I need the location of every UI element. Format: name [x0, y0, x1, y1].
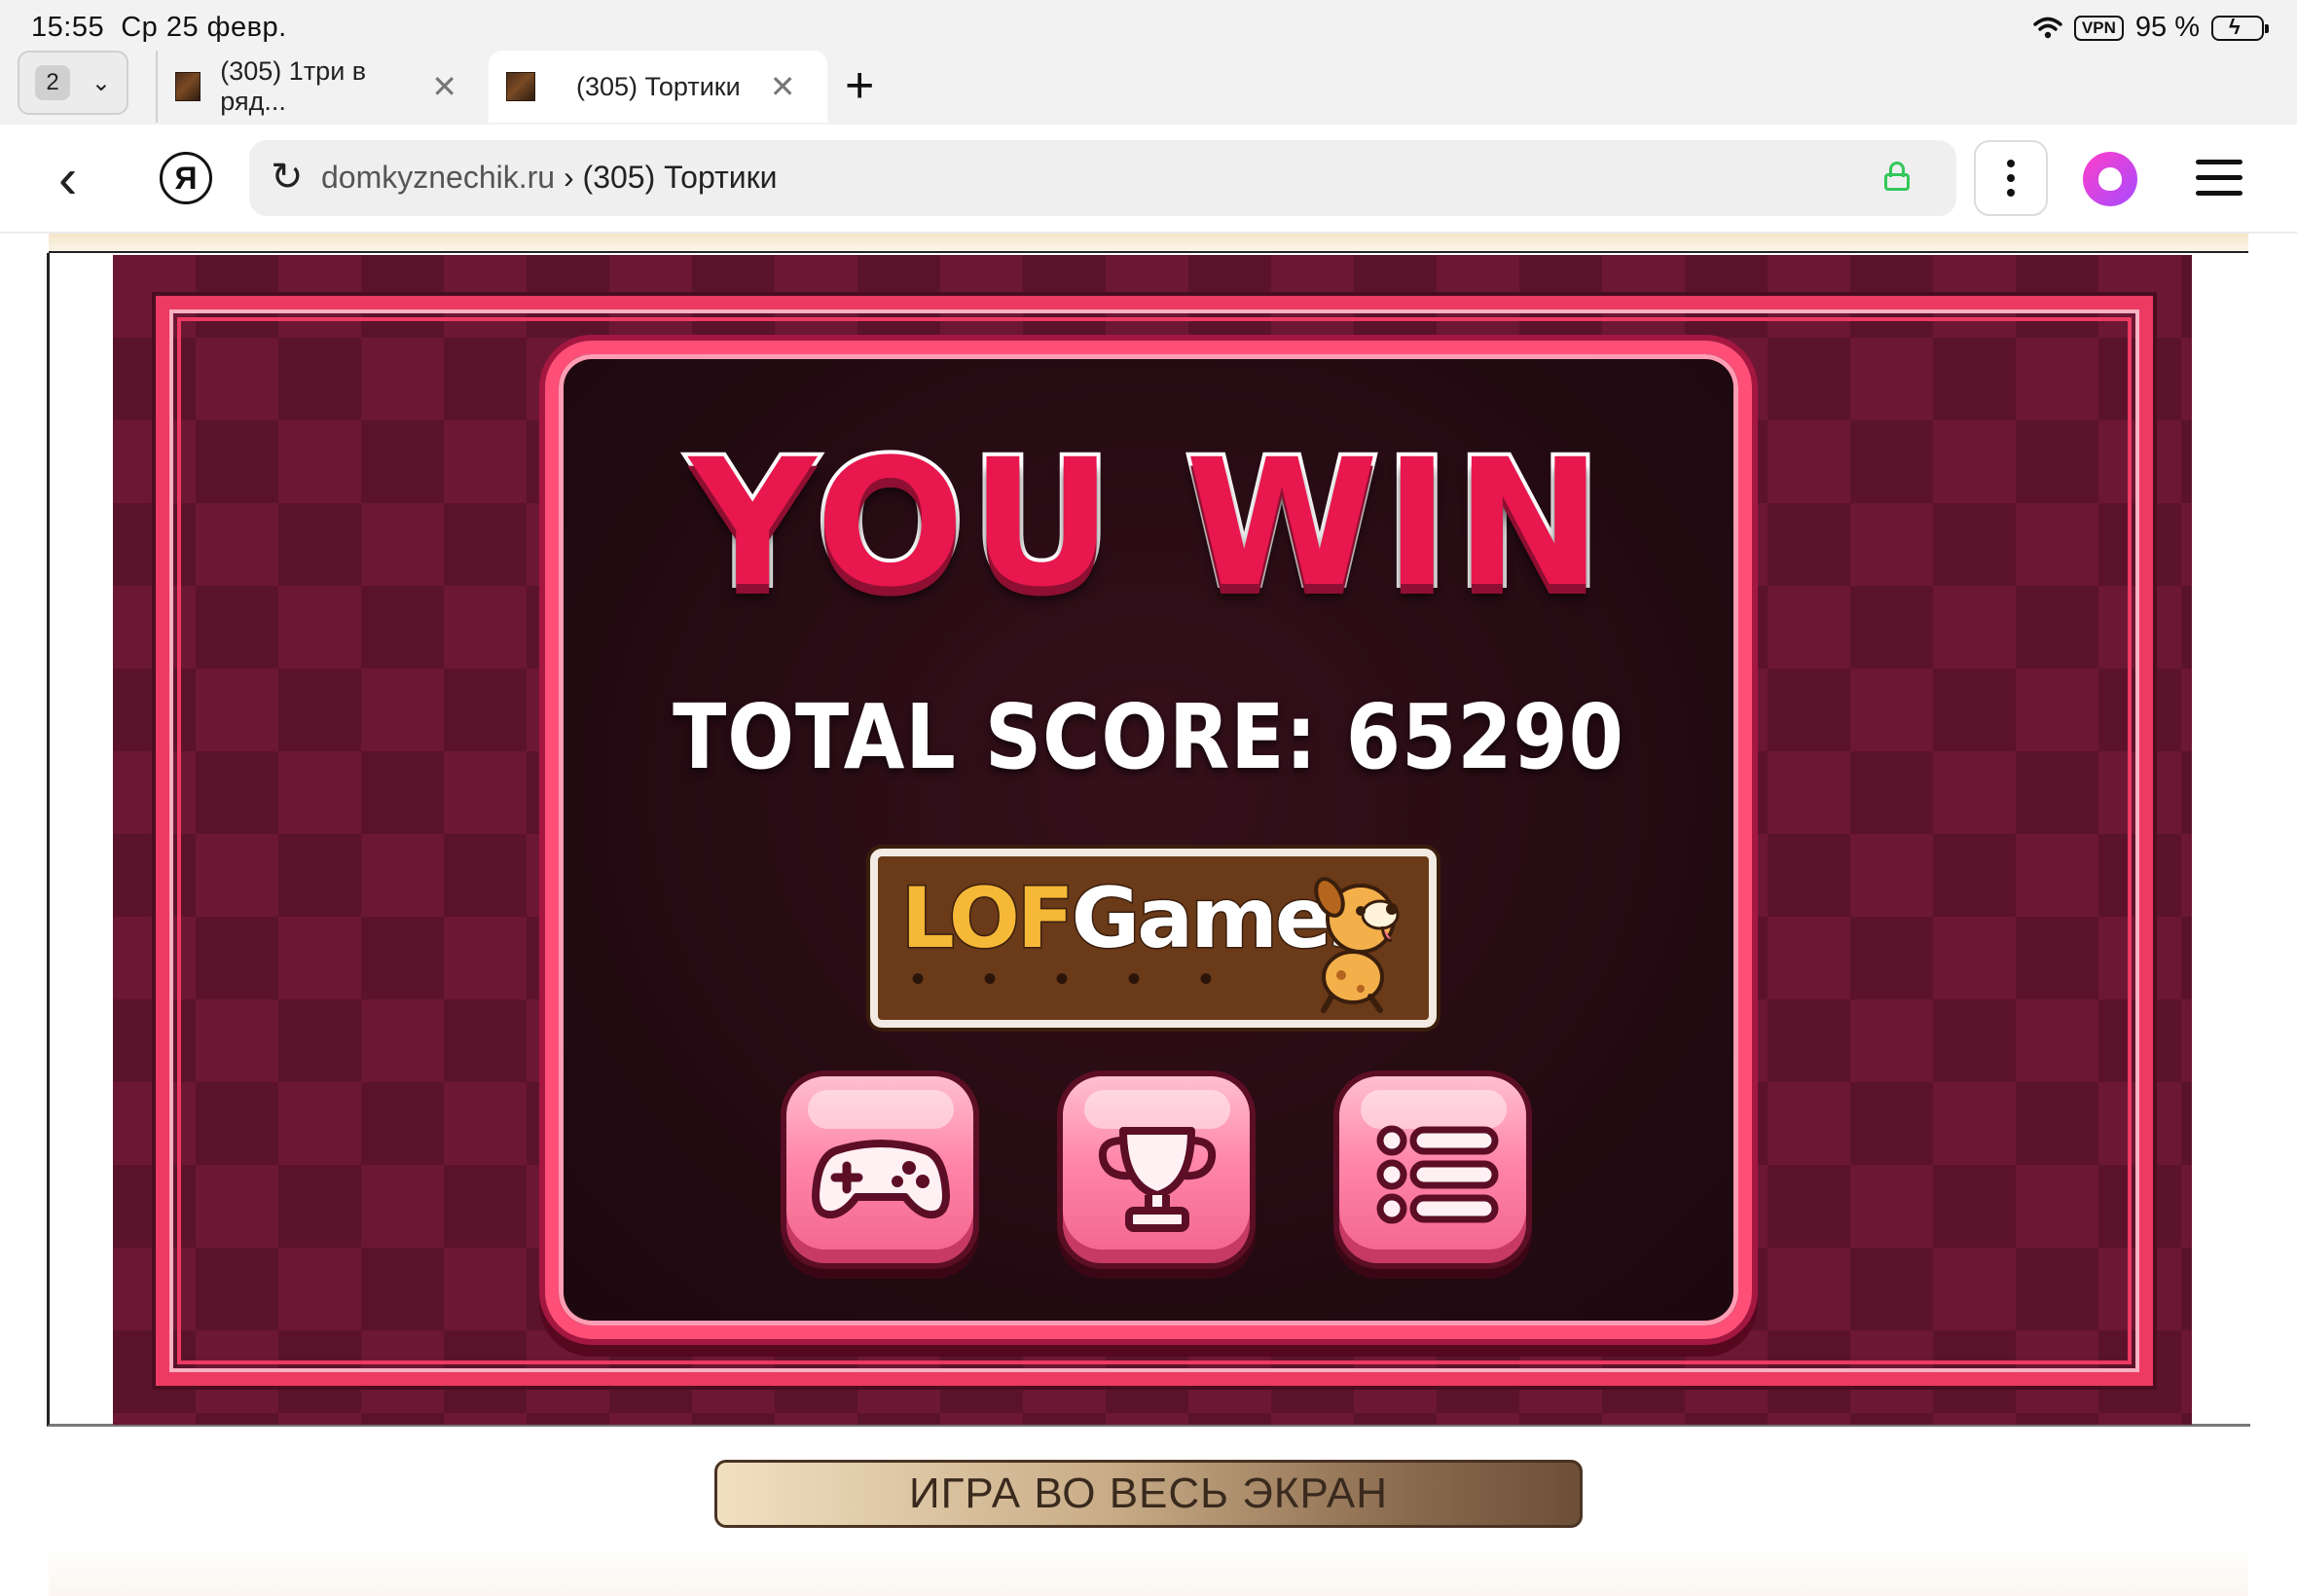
- play-button[interactable]: [781, 1070, 979, 1269]
- tab-active[interactable]: (305) Тортики ✕: [489, 51, 827, 123]
- chevron-down-icon: ⌄: [91, 69, 111, 96]
- back-arrow-icon[interactable]: ‹: [58, 146, 77, 211]
- yandex-logo-icon[interactable]: Я: [160, 152, 212, 204]
- favicon-icon: [506, 72, 535, 101]
- menu-icon[interactable]: [2196, 160, 2242, 206]
- status-bar: 15:55 Ср 25 февр. VPN 95 % ϟ: [0, 0, 2297, 51]
- page-header-band: [49, 234, 2248, 253]
- tab-strip: 2 ⌄ (305) 1три в ряд... ✕ (305) Тортики …: [0, 51, 2297, 125]
- tab-title: (305) Тортики: [576, 71, 741, 101]
- menu-list-button[interactable]: [1333, 1070, 1532, 1269]
- vpn-badge: VPN: [2073, 15, 2124, 41]
- status-indicators: VPN 95 % ϟ: [2033, 12, 2269, 44]
- more-options-icon[interactable]: [1974, 140, 2048, 216]
- lock-icon[interactable]: [1884, 162, 1910, 191]
- leaderboard-button[interactable]: [1057, 1070, 1256, 1269]
- fullscreen-button[interactable]: ИГРА ВО ВЕСЬ ЭКРАН: [714, 1460, 1583, 1528]
- reload-icon[interactable]: ↻: [271, 155, 304, 200]
- wifi-icon: [2033, 17, 2062, 38]
- list-menu-icon: [1376, 1125, 1499, 1224]
- total-score: TOTAL SCORE: 65290: [630, 685, 1668, 789]
- address-bar[interactable]: ↻ domkyznechik.ru › (305) Тортики: [249, 140, 1956, 216]
- win-title: YOU WIN: [685, 418, 1608, 630]
- favicon-icon: [175, 72, 201, 101]
- dog-mascot-icon: [1314, 877, 1400, 1013]
- score-value: 65290: [1345, 685, 1624, 789]
- close-icon[interactable]: ✕: [770, 68, 796, 105]
- url-text: domkyznechik.ru › (305) Тортики: [321, 160, 778, 195]
- game-canvas[interactable]: YOU WIN TOTAL SCORE: 65290 LOFGames ••••…: [113, 255, 2192, 1425]
- trophy-icon: [1099, 1127, 1216, 1232]
- lofgames-logo-button[interactable]: LOFGames •••••: [870, 849, 1437, 1028]
- score-label: TOTAL SCORE:: [673, 685, 1318, 789]
- tab-count: 2: [35, 65, 70, 100]
- tab-switcher-button[interactable]: 2 ⌄: [18, 51, 128, 115]
- new-tab-plus-icon[interactable]: +: [845, 56, 874, 115]
- tab-title: (305) 1три в ряд...: [220, 56, 367, 116]
- page-footer-area: [49, 1547, 2248, 1596]
- close-icon[interactable]: ✕: [431, 68, 457, 105]
- gamepad-icon: [812, 1140, 950, 1219]
- navigation-bar: ‹ Я ↻ domkyznechik.ru › (305) Тортики: [0, 125, 2297, 234]
- battery-icon: ϟ: [2211, 15, 2269, 41]
- win-dialog: YOU WIN TOTAL SCORE: 65290 LOFGames ••••…: [545, 341, 1752, 1339]
- tab-inactive[interactable]: (305) 1три в ряд... ✕: [156, 51, 477, 123]
- battery-percent: 95 %: [2134, 12, 2200, 43]
- status-time-date: 15:55 Ср 25 февр.: [31, 12, 287, 43]
- alice-assistant-icon[interactable]: [2083, 152, 2137, 206]
- paw-prints-icon: •••••: [911, 958, 1272, 1000]
